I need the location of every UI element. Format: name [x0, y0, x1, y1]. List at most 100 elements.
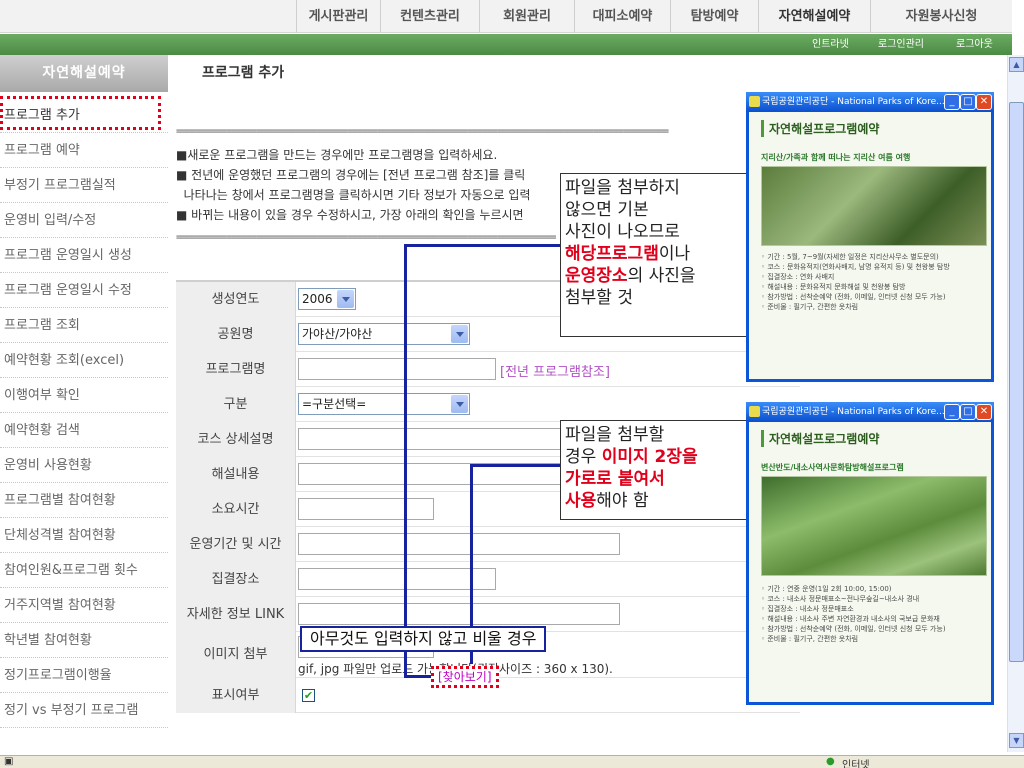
- nav-tab-shelter[interactable]: 대피소예약: [574, 0, 670, 33]
- sidebar: 자연해설예약 프로그램 추가 프로그램 예약 부정기 프로그램실적 운영비 입력…: [0, 55, 168, 755]
- sidebar-item-cost-usage[interactable]: 운영비 사용현황: [0, 448, 168, 483]
- notice-3: 나타나는 창에서 프로그램명을 클릭하시면 기타 정보가 자동으로 입력: [176, 188, 531, 202]
- sidebar-item-region-participation[interactable]: 거주지역별 참여현황: [0, 588, 168, 623]
- callout1-red-program: 해당프로그램: [565, 244, 659, 264]
- sidebar-item-irregular-results[interactable]: 부정기 프로그램실적: [0, 168, 168, 203]
- find-file-button[interactable]: [찾아보기]: [431, 666, 499, 688]
- popup2-window-title: 국립공원관리공단 - National Parks of Kore...: [762, 407, 945, 417]
- prev-program-link[interactable]: [전년 프로그램참조]: [500, 361, 610, 380]
- popup2-info-6: ◦ 준비물 : 필기구, 간편한 옷차림: [761, 635, 859, 643]
- sidebar-heading: 자연해설예약: [0, 55, 168, 92]
- vertical-scrollbar[interactable]: ▲ ▼: [1007, 55, 1024, 752]
- popup2-info-3: ◦ 집결장소 : 내소사 정문매표소: [761, 605, 854, 613]
- popup1-info-3: ◦ 집결장소 : 연화 사배지: [761, 273, 835, 281]
- link-input[interactable]: [298, 603, 620, 625]
- utility-bar: 인트라넷 로그인관리 로그아웃: [0, 34, 1012, 55]
- connector-line-1b: [404, 244, 407, 678]
- label-meeting: 집결장소: [176, 562, 296, 597]
- connector-line-1c: [404, 675, 434, 678]
- year-select[interactable]: 2006: [298, 288, 356, 310]
- page-title: 프로그램 추가: [202, 65, 285, 81]
- zone-label: 인터넷: [842, 760, 870, 768]
- sidebar-item-program-reserve[interactable]: 프로그램 예약: [0, 133, 168, 168]
- popup1-subtitle: 지리산/가족과 함께 떠나는 지리산 여름 여행: [761, 153, 911, 162]
- sidebar-item-participants-count[interactable]: 참여인원&프로그램 횟수: [0, 553, 168, 588]
- top-navigation: 게시판관리 컨텐츠관리 회원관리 대피소예약 탐방예약 자연해설예약 자원봉사신…: [0, 0, 1012, 33]
- callout2-red-two-images: 이미지 2장을: [601, 447, 698, 467]
- callout1-line4-rest: 이나: [658, 244, 691, 264]
- intranet-link[interactable]: 인트라넷: [812, 34, 849, 55]
- close-icon[interactable]: ✕: [976, 404, 992, 420]
- year-value: 2006: [302, 292, 333, 306]
- connector-line-2a: [470, 464, 560, 467]
- popup2-info: ◦ 기간 : 연중 운영(1일 2회 10:00, 15:00) ◦ 코스 : …: [761, 584, 987, 644]
- popup1-info-2: ◦ 코스 : 문화유적지(연화사배지, 남명 유적지 등) 및 천왕봉 탐방: [761, 263, 950, 271]
- park-value: 가야산/가야산: [302, 327, 373, 341]
- row-category: 구분 =구분선택=: [176, 387, 800, 422]
- callout2-line4-rest: 해야 함: [596, 491, 649, 511]
- category-select[interactable]: =구분선택=: [298, 393, 470, 415]
- sidebar-item-program-search[interactable]: 프로그램 조회: [0, 308, 168, 343]
- callout2-line1: 파일을 첨부할: [565, 425, 665, 445]
- login-admin-link[interactable]: 로그인관리: [878, 34, 924, 55]
- label-park: 공원명: [176, 317, 296, 352]
- scroll-thumb[interactable]: [1009, 102, 1024, 662]
- meeting-input[interactable]: [298, 568, 496, 590]
- popup1-info: ◦ 기간 : 5월, 7~9월(자세한 일정은 지리산사무소 별도문의) ◦ 코…: [761, 252, 987, 312]
- nav-tab-board[interactable]: 게시판관리: [296, 0, 380, 33]
- notice-2: ■ 전년에 운영했던 프로그램의 경우에는 [전년 프로그램 참조]를 클릭: [176, 168, 526, 182]
- callout2-line2-start: 경우: [565, 447, 602, 467]
- maximize-icon[interactable]: □: [960, 404, 976, 420]
- category-value: =구분선택=: [302, 397, 367, 411]
- sidebar-item-fulfillment[interactable]: 이행여부 확인: [0, 378, 168, 413]
- popup1-info-4: ◦ 해설내용 : 문화유적지 문화해설 및 천왕봉 탐방: [761, 283, 906, 291]
- sidebar-item-regular-vs-irregular[interactable]: 정기 vs 부정기 프로그램: [0, 693, 168, 728]
- park-select[interactable]: 가야산/가야산: [298, 323, 470, 345]
- scroll-down-icon[interactable]: ▼: [1009, 733, 1024, 748]
- label-program: 프로그램명: [176, 352, 296, 387]
- program-name-input[interactable]: [298, 358, 496, 380]
- sidebar-item-program-participation[interactable]: 프로그램별 참여현황: [0, 483, 168, 518]
- notice-1: ■새로운 프로그램을 만드는 경우에만 프로그램명을 입력하세요.: [176, 148, 498, 162]
- scroll-up-icon[interactable]: ▲: [1009, 57, 1024, 72]
- popup2-photo: [761, 476, 987, 576]
- nav-tab-nature[interactable]: 자연해설예약: [758, 0, 870, 33]
- chevron-down-icon: [451, 395, 468, 413]
- popup2-title: 자연해설프로그램예약: [761, 430, 879, 447]
- chevron-down-icon: [451, 325, 468, 343]
- sidebar-item-group-participation[interactable]: 단체성격별 참여현황: [0, 518, 168, 553]
- minimize-icon[interactable]: _: [944, 94, 960, 110]
- sidebar-item-schedule-edit[interactable]: 프로그램 운영일시 수정: [0, 273, 168, 308]
- connector-line-1a: [404, 244, 560, 247]
- nav-tab-members[interactable]: 회원관리: [479, 0, 574, 33]
- sidebar-item-regular-rate[interactable]: 정기프로그램이행율: [0, 658, 168, 693]
- duration-input[interactable]: [298, 498, 434, 520]
- popup1-info-5: ◦ 참가방법 : 선착순예약 (전화, 이메일, 인터넷 신청 모두 가능): [761, 293, 946, 301]
- chevron-down-icon: [337, 290, 354, 308]
- notice-4: ■ 바뀌는 내용이 있을 경우 수정하시고, 가장 아래의 확인을 누르시면: [176, 208, 524, 222]
- callout1-line5-rest: 의 사진을: [627, 266, 696, 286]
- sidebar-item-schedule-create[interactable]: 프로그램 운영일시 생성: [0, 238, 168, 273]
- popup1-window-title: 국립공원관리공단 - National Parks of Kore...: [762, 97, 945, 107]
- sidebar-item-cost-edit[interactable]: 운영비 입력/수정: [0, 203, 168, 238]
- callout2-red-use: 사용: [565, 491, 597, 511]
- sidebar-item-reservation-search[interactable]: 예약현황 검색: [0, 413, 168, 448]
- sidebar-item-reservation-excel[interactable]: 예약현황 조회(excel): [0, 343, 168, 378]
- period-input[interactable]: [298, 533, 620, 555]
- ie-icon: [749, 96, 760, 107]
- nav-tab-tour[interactable]: 탐방예약: [670, 0, 758, 33]
- close-icon[interactable]: ✕: [976, 94, 992, 110]
- nav-tab-contents[interactable]: 컨텐츠관리: [380, 0, 479, 33]
- annotation-callout-two-images: 파일을 첨부할 경우 이미지 2장을 가로로 붙여서 사용해야 함: [560, 420, 756, 520]
- divider-bottom: ========================================…: [176, 232, 556, 243]
- popup2-body: 자연해설프로그램예약 변산반도/내소사역사문화탐방해설프로그램 ◦ 기간 : 연…: [749, 422, 991, 702]
- maximize-icon[interactable]: □: [960, 94, 976, 110]
- display-checkbox[interactable]: ✔: [302, 689, 315, 702]
- sidebar-item-grade-participation[interactable]: 학년별 참여현황: [0, 623, 168, 658]
- logout-link[interactable]: 로그아웃: [956, 34, 993, 55]
- label-link: 자세한 정보 LINK: [176, 597, 296, 632]
- popup1-info-6: ◦ 준비물 : 필기구, 간편한 옷차림: [761, 303, 859, 311]
- label-period: 운영기간 및 시간: [176, 527, 296, 562]
- nav-tab-volunteer[interactable]: 자원봉사신청: [870, 0, 1012, 33]
- minimize-icon[interactable]: _: [944, 404, 960, 420]
